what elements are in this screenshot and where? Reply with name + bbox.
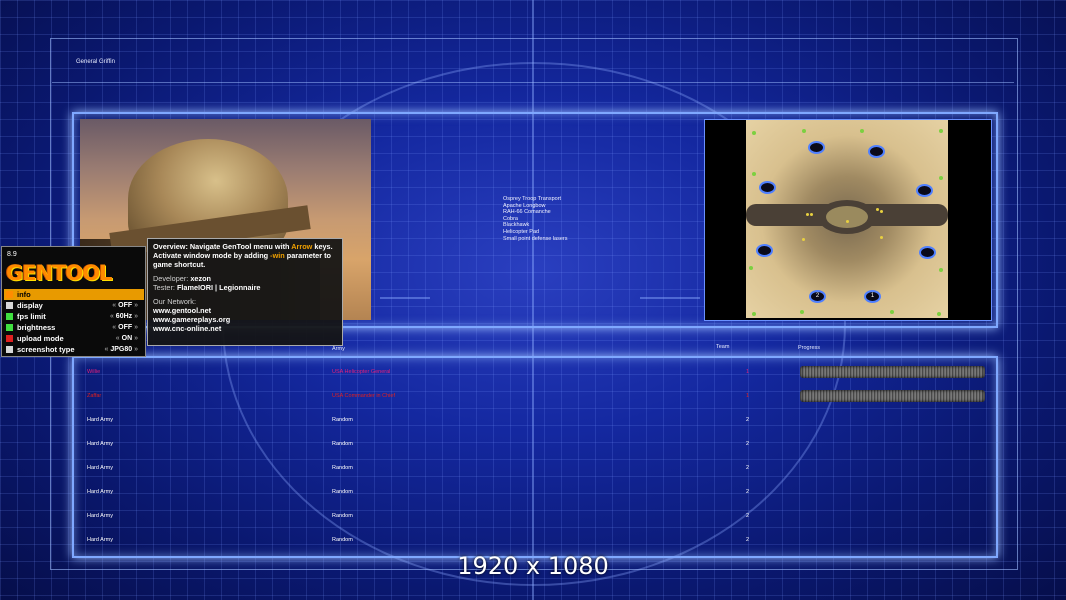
gentool-menu-value-text: OFF bbox=[118, 302, 133, 309]
arrow-left-icon[interactable]: « bbox=[116, 335, 120, 342]
gentool-menu-value: « JPG80 » bbox=[104, 344, 138, 355]
player-team: 2 bbox=[746, 441, 750, 447]
player-army: USA Helicopter General bbox=[332, 369, 391, 375]
gentool-menu-value-text: JPG80 bbox=[110, 346, 133, 353]
minimap-base bbox=[916, 184, 933, 197]
player-army: Random bbox=[332, 537, 353, 543]
minimap-base bbox=[919, 246, 936, 259]
arrow-right-icon[interactable]: » bbox=[134, 346, 138, 353]
gentool-menu-value: « OFF » bbox=[112, 322, 138, 333]
gentool-menu-value-text: ON bbox=[121, 335, 133, 342]
column-header-team: Team bbox=[716, 344, 730, 350]
minimap-base-2: 2 bbox=[809, 290, 826, 303]
menu-color-square-icon bbox=[6, 302, 13, 309]
player-name: Hard Army bbox=[87, 417, 113, 423]
gentool-menu-item[interactable]: upload mode « ON » bbox=[4, 333, 144, 344]
arrow-right-icon[interactable]: » bbox=[134, 335, 138, 342]
tooltip-link[interactable]: www.gentool.net bbox=[153, 306, 337, 315]
unit-list-item: Helicopter Pad bbox=[503, 228, 540, 235]
gentool-menu-label: brightness bbox=[17, 323, 56, 332]
arrow-right-icon[interactable]: » bbox=[134, 324, 138, 331]
gentool-menu-label: screenshot type bbox=[17, 345, 75, 354]
minimap-base-1: 1 bbox=[864, 290, 881, 303]
arrow-left-icon[interactable]: « bbox=[104, 346, 108, 353]
menu-color-square-icon bbox=[6, 346, 13, 353]
arrow-right-icon[interactable]: » bbox=[134, 313, 138, 320]
progress-bar bbox=[800, 390, 985, 402]
player-name: Hard Army bbox=[87, 489, 113, 495]
minimap-base bbox=[756, 244, 773, 257]
gentool-menu-item[interactable]: display « OFF » bbox=[4, 300, 144, 311]
unit-list-item: RAH-66 Comanche bbox=[503, 209, 551, 216]
header-bar bbox=[52, 40, 1014, 83]
gentool-menu-item[interactable]: brightness « OFF » bbox=[4, 322, 144, 333]
player-army: Random bbox=[332, 441, 353, 447]
gentool-menu-label: info bbox=[17, 290, 31, 299]
player-team: 2 bbox=[746, 417, 750, 423]
gentool-menu-value-text: OFF bbox=[118, 324, 133, 331]
gentool-menu-label: fps limit bbox=[17, 312, 46, 321]
player-team: 2 bbox=[746, 465, 750, 471]
map-title: General Griffin bbox=[76, 59, 115, 65]
gentool-panel: 8.9 GENTOOL info display « OFF » fps limit «… bbox=[1, 246, 146, 357]
unit-list-item: Blackhawk bbox=[503, 222, 530, 229]
unit-list-item: Osprey Troop Transport bbox=[503, 196, 562, 202]
tooltip-link[interactable]: www.gamereplays.org bbox=[153, 315, 337, 324]
gentool-menu-value-text: 60Hz bbox=[115, 313, 133, 320]
arrow-left-icon[interactable]: « bbox=[112, 302, 116, 309]
tooltip-overview: Overview: Navigate GenTool menu with Arr… bbox=[153, 242, 333, 269]
column-header-progress: Progress bbox=[798, 345, 821, 351]
tooltip-tester: Tester: FlameIORI | Legionnaire bbox=[153, 283, 261, 292]
unit-list-item: Small point defense lasers bbox=[503, 235, 568, 242]
menu-color-square-icon bbox=[6, 324, 13, 331]
gentool-version: 8.9 bbox=[7, 251, 17, 258]
player-table-frame bbox=[72, 356, 998, 558]
player-team: 2 bbox=[746, 537, 750, 543]
gentool-menu-item[interactable]: screenshot type « JPG80 » bbox=[4, 344, 144, 355]
tooltip-link[interactable]: www.cnc-online.net bbox=[153, 324, 337, 333]
player-team: 2 bbox=[746, 513, 750, 519]
resolution-caption: 1920 x 1080 bbox=[457, 552, 609, 580]
menu-color-square-icon bbox=[6, 335, 13, 342]
minimap-base bbox=[808, 141, 825, 154]
player-name: Willie bbox=[87, 369, 101, 375]
player-name: Hard Army bbox=[87, 465, 113, 471]
player-team: 2 bbox=[746, 489, 750, 495]
unit-list: Osprey Troop Transport Apache Longbow RAH-… bbox=[503, 196, 568, 242]
gentool-menu-label: display bbox=[17, 301, 43, 310]
gentool-menu-value: « OFF » bbox=[112, 300, 138, 311]
progress-bar bbox=[800, 366, 985, 378]
unit-list-item: Apache Longbow bbox=[503, 202, 546, 209]
arrow-left-icon[interactable]: « bbox=[110, 313, 114, 320]
arrow-right-icon[interactable]: » bbox=[134, 302, 138, 309]
player-name: Zaffar bbox=[87, 393, 102, 399]
minimap-base bbox=[868, 145, 885, 158]
arrow-left-icon[interactable]: « bbox=[112, 324, 116, 331]
gentool-logo: GENTOOL bbox=[6, 261, 113, 285]
player-army: Random bbox=[332, 513, 353, 519]
gentool-menu-label: upload mode bbox=[17, 334, 64, 343]
player-army: Random bbox=[332, 465, 353, 471]
gentool-menu-value: « 60Hz » bbox=[110, 311, 138, 322]
gentool-tooltip: Overview: Navigate GenTool menu with Arr… bbox=[147, 238, 343, 346]
tooltip-developer: Developer: xezon bbox=[153, 274, 212, 283]
menu-color-square-icon bbox=[6, 313, 13, 320]
gentool-menu-item[interactable]: fps limit « 60Hz » bbox=[4, 311, 144, 322]
player-team: 1 bbox=[746, 369, 750, 375]
player-army: Random bbox=[332, 489, 353, 495]
gentool-menu: info display « OFF » fps limit « 60Hz » brigh… bbox=[4, 289, 144, 355]
minimap-base bbox=[759, 181, 776, 194]
player-team: 1 bbox=[746, 393, 750, 399]
unit-list-item: Cobra bbox=[503, 215, 518, 222]
gentool-menu-item[interactable]: info bbox=[4, 289, 144, 300]
player-army: USA Commander in Chief bbox=[332, 393, 395, 399]
player-name: Hard Army bbox=[87, 513, 113, 519]
menu-color-square-icon bbox=[6, 291, 13, 298]
column-header-army: Army bbox=[332, 346, 345, 352]
player-name: Hard Army bbox=[87, 441, 113, 447]
player-army: Random bbox=[332, 417, 353, 423]
gentool-menu-value: « ON » bbox=[116, 333, 138, 344]
tooltip-network-label: Our Network: bbox=[153, 297, 196, 306]
player-name: Hard Army bbox=[87, 537, 113, 543]
